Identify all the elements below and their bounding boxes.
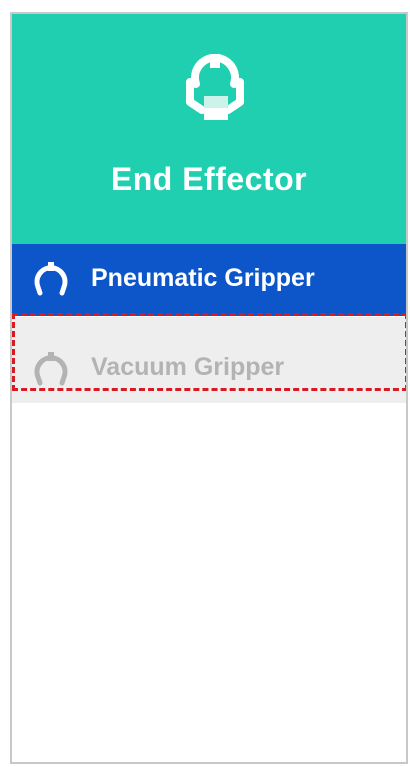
panel-header: End Effector [12, 14, 406, 244]
gripper-icon [34, 352, 68, 386]
menu-item-label: Vacuum Gripper [91, 353, 285, 381]
menu-item-pneumatic-gripper[interactable]: Pneumatic Gripper [12, 244, 406, 316]
gripper-icon [34, 262, 68, 296]
end-effector-icon [186, 54, 244, 120]
panel-title: End Effector [110, 161, 308, 197]
menu-item-vacuum-gripper[interactable]: Vacuum Gripper [12, 317, 406, 403]
menu-item-label: Pneumatic Gripper [91, 264, 315, 292]
end-effector-panel: End Effector Pneumatic Gripper Vacuum Gr… [10, 12, 408, 764]
